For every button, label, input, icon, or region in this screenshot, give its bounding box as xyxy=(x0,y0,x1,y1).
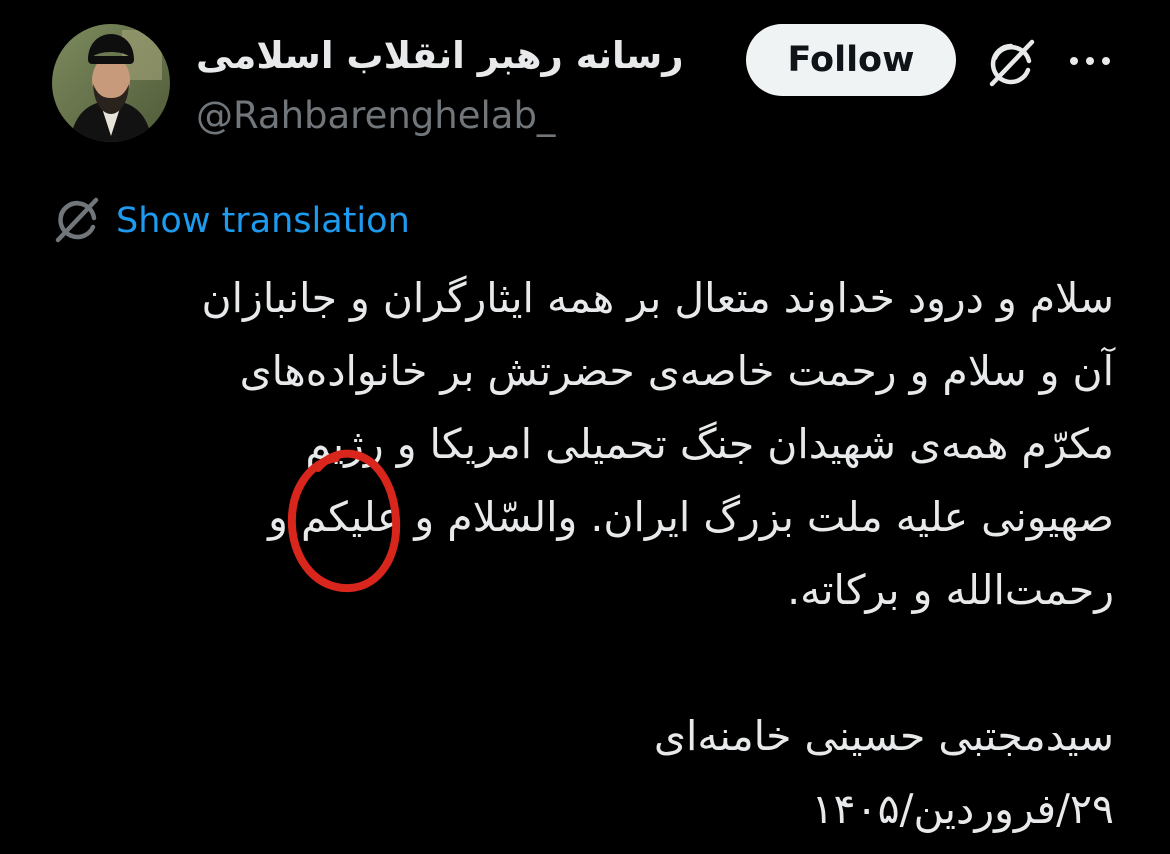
profile-photo-icon xyxy=(52,24,170,142)
tweet-date: ۲۹/فروردین/۱۴۰۵ xyxy=(811,785,1114,833)
grok-icon[interactable] xyxy=(984,38,1038,90)
tweet-text-line: آن و سلام و رحمت خاصه‌ی حضرتش بر خانواده… xyxy=(239,347,1114,395)
tweet-text: سلام و درود خداوند متعال بر همه ایثارگرا… xyxy=(44,262,1114,846)
author-handle[interactable]: @Rahbarenghelab_ xyxy=(196,94,555,137)
show-translation-label[interactable]: Show translation xyxy=(116,201,410,241)
author-display-name[interactable]: رسانه رهبر انقلاب اسلامی xyxy=(196,34,684,77)
tweet-text-line: صهیونی علیه ملت بزرگ ایران. والسّلام و ع… xyxy=(268,493,1114,541)
translate-globe-icon xyxy=(52,196,102,246)
avatar[interactable] xyxy=(52,24,170,142)
more-options-icon[interactable] xyxy=(1066,46,1114,76)
show-translation-link[interactable]: Show translation xyxy=(52,196,410,246)
follow-button[interactable]: Follow xyxy=(746,24,956,96)
tweet-text-line: مکرّم همه‌ی شهیدان جنگ تحمیلی امریکا و ر… xyxy=(305,420,1114,468)
tweet-text-line: سلام و درود خداوند متعال بر همه ایثارگرا… xyxy=(201,274,1114,322)
tweet-text-line: رحمت‌الله و برکاته. xyxy=(787,566,1114,614)
tweet-signature: سیدمجتبی حسینی خامنه‌ای xyxy=(653,712,1114,760)
